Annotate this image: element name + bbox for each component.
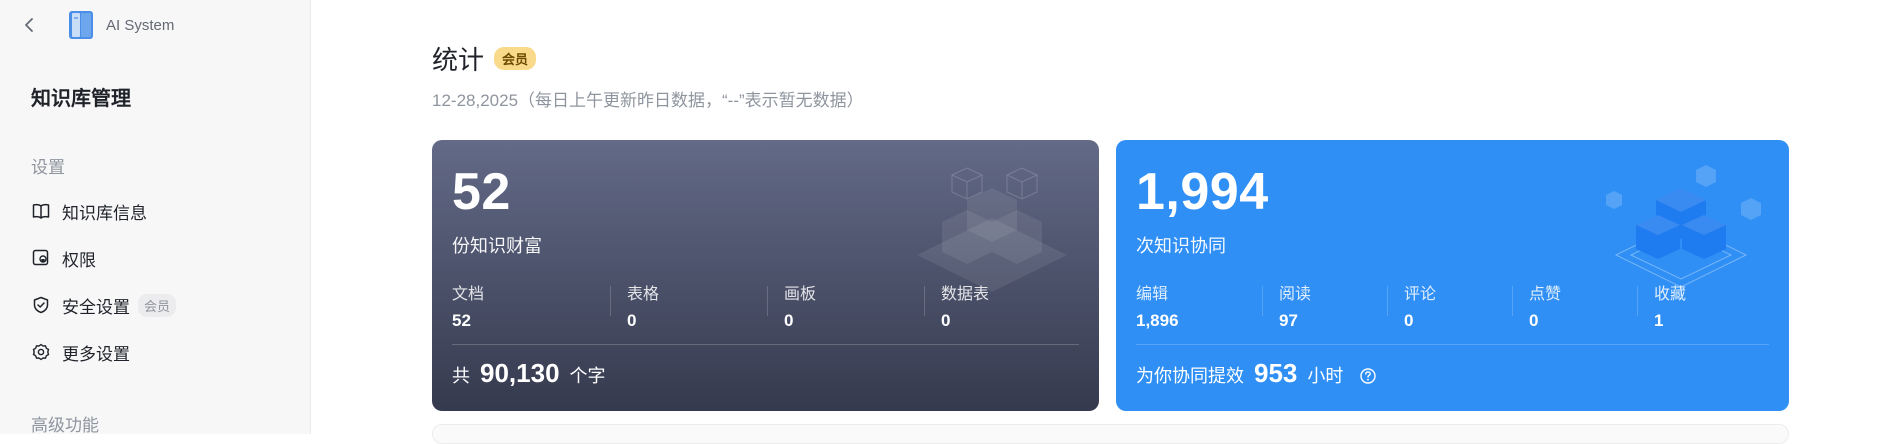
divider (767, 286, 768, 316)
sidebar-item-label: 权限 (62, 250, 96, 270)
cubes-decoration-icon (1606, 165, 1761, 288)
metric-label: 点赞 (1529, 286, 1562, 303)
chevron-left-icon (25, 18, 33, 32)
metric-datatables: 数据表 0 (941, 280, 989, 331)
divider (452, 344, 1079, 345)
saved-hours-prefix: 为你协同提效 (1136, 366, 1244, 386)
member-badge: 会员 (138, 293, 177, 317)
knowledge-count-label: 份知识财富 (452, 236, 542, 256)
metric-value: 52 (452, 311, 471, 330)
sidebar: AI System 知识库管理 设置 知识库信息 权限 安全设置 会员 更多设置… (0, 0, 311, 435)
app-name: AI System (106, 16, 175, 34)
page-title-row: 统计 会员 (432, 40, 537, 77)
shield-icon (31, 295, 51, 315)
sidebar-item-security[interactable]: 安全设置 会员 (31, 290, 177, 320)
metric-docs: 文档 52 (452, 280, 484, 331)
metric-reads: 阅读 97 (1279, 280, 1311, 331)
metric-value: 1,896 (1136, 311, 1179, 330)
help-icon[interactable] (1359, 367, 1377, 385)
knowledge-wealth-card: 52 份知识财富 文档 52 表格 0 画板 0 数据表 0 共 90,130 … (432, 140, 1099, 411)
metric-label: 文档 (452, 286, 485, 303)
metric-boards: 画板 0 (784, 280, 816, 331)
cubes-decoration-icon (917, 167, 1067, 292)
knowledge-count: 52 (452, 163, 511, 221)
section-advanced-label: 高级功能 (31, 416, 99, 435)
metric-value: 0 (784, 311, 794, 330)
book-icon (31, 201, 51, 221)
next-section-card (432, 424, 1789, 444)
divider (1512, 286, 1513, 316)
topbar: AI System (18, 10, 174, 40)
metric-comments: 评论 0 (1404, 280, 1436, 331)
divider (1136, 344, 1769, 345)
saved-hours-row: 为你协同提效 953 小时 (1136, 358, 1377, 394)
divider (1262, 286, 1263, 316)
divider (1637, 286, 1638, 316)
metric-label: 数据表 (941, 286, 990, 303)
member-badge: 会员 (494, 47, 537, 70)
metric-value: 0 (627, 311, 637, 330)
metric-sheets: 表格 0 (627, 280, 659, 331)
metric-label: 表格 (627, 286, 660, 303)
sidebar-item-permissions[interactable]: 权限 (31, 243, 96, 273)
section-settings-label: 设置 (31, 158, 65, 177)
sidebar-item-label: 安全设置 (62, 297, 130, 317)
metric-likes: 点赞 0 (1529, 280, 1561, 331)
metric-value: 1 (1654, 311, 1664, 330)
metric-edits: 编辑 1,896 (1136, 280, 1179, 331)
metric-value: 0 (1404, 311, 1414, 330)
metric-label: 画板 (784, 286, 817, 303)
page-title: 统计 (432, 45, 485, 75)
sidebar-item-more-settings[interactable]: 更多设置 (31, 337, 130, 367)
word-count-row: 共 90,130 个字 (452, 358, 606, 394)
collaboration-count: 1,994 (1136, 163, 1269, 221)
divider (1387, 286, 1388, 316)
app-logo-icon (69, 11, 93, 39)
sidebar-item-label: 更多设置 (62, 344, 130, 364)
word-count-suffix: 个字 (569, 366, 606, 386)
word-count-prefix: 共 (452, 366, 470, 386)
metric-value: 97 (1279, 311, 1298, 330)
sidebar-item-label: 知识库信息 (62, 203, 147, 223)
saved-hours-value: 953 (1254, 358, 1298, 388)
sidebar-title: 知识库管理 (31, 88, 131, 110)
collaboration-card: 1,994 次知识协同 编辑 1,896 阅读 97 评论 0 点赞 0 收藏 … (1116, 140, 1789, 411)
metric-favorites: 收藏 1 (1654, 280, 1686, 331)
metric-label: 评论 (1404, 286, 1437, 303)
word-count-value: 90,130 (480, 358, 560, 388)
divider (610, 286, 611, 316)
metric-label: 收藏 (1654, 286, 1687, 303)
metric-label: 编辑 (1136, 286, 1169, 303)
metric-value: 0 (1529, 311, 1539, 330)
page-subtitle: 12-28,2025（每日上午更新昨日数据，“--”表示暂无数据） (432, 91, 864, 110)
gear-icon (31, 342, 51, 362)
sidebar-item-knowledge-info[interactable]: 知识库信息 (31, 196, 147, 226)
metric-value: 0 (941, 311, 951, 330)
collaboration-count-label: 次知识协同 (1136, 236, 1226, 256)
divider (924, 286, 925, 316)
permission-icon (31, 248, 51, 268)
metric-label: 阅读 (1279, 286, 1312, 303)
saved-hours-suffix: 小时 (1307, 366, 1344, 386)
back-button[interactable] (18, 14, 40, 36)
